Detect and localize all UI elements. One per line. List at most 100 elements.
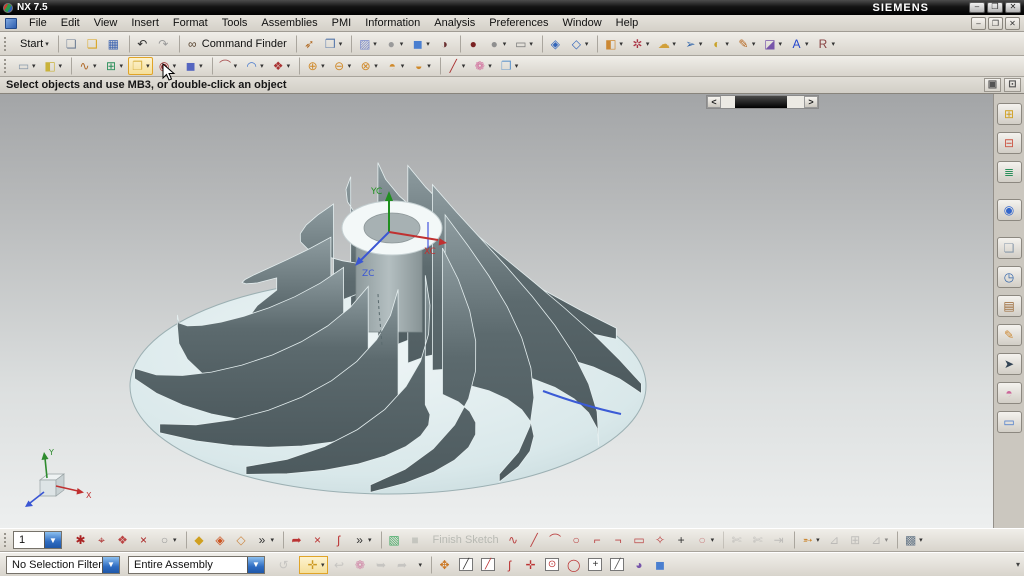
dialog-rail-button[interactable]: ▣: [984, 78, 1001, 92]
menu-pmi[interactable]: PMI: [325, 16, 359, 30]
menu-information[interactable]: Information: [358, 16, 427, 30]
sketch-fillet[interactable]: ⌐: [588, 531, 607, 549]
snap-point-on-curve[interactable]: ◆: [186, 531, 209, 549]
sketch-curve-filter[interactable]: ╱: [478, 556, 498, 574]
toolbar-grip[interactable]: [4, 59, 8, 73]
scroll-left-button[interactable]: <: [707, 96, 721, 108]
titlebar-minimize-button[interactable]: –: [969, 2, 985, 13]
shell[interactable]: ◓: [383, 57, 408, 75]
make-corner[interactable]: ⇥: [769, 531, 788, 549]
graphics-window[interactable]: YC XC ZC Y X: [0, 94, 993, 528]
process-studio[interactable]: ◓: [997, 382, 1022, 404]
snap-point-toggle[interactable]: ✛: [299, 556, 328, 574]
snap-overflow[interactable]: »: [253, 531, 278, 549]
curve-filter[interactable]: ʃ: [500, 556, 519, 574]
quick-trim[interactable]: ✄: [723, 531, 746, 549]
save-file[interactable]: ▦: [104, 35, 123, 53]
selection-announce[interactable]: ↺: [274, 556, 293, 574]
mirror-curve[interactable]: ⊿: [867, 531, 892, 549]
roles[interactable]: ✎: [997, 324, 1022, 346]
erase-highlight[interactable]: ❁: [351, 556, 370, 574]
constraint-navigator[interactable]: ⊟: [997, 132, 1022, 154]
display-mode[interactable]: ▨: [351, 35, 380, 53]
display-constraints[interactable]: ▩: [897, 531, 926, 549]
find-feature[interactable]: R: [813, 35, 838, 53]
extrude[interactable]: ❐: [128, 57, 153, 75]
sketch-task-environment[interactable]: ▧: [381, 531, 404, 549]
maximize-view-button[interactable]: ⊡: [1004, 78, 1021, 92]
sketch-line[interactable]: ╱: [525, 531, 544, 549]
sketch-arc[interactable]: ⌒: [546, 531, 565, 549]
studio-spline[interactable]: ∿: [504, 531, 523, 549]
scroll-right-button[interactable]: >: [804, 96, 818, 108]
light-sphere[interactable]: ●: [485, 35, 510, 53]
snap-control-point[interactable]: ❖: [113, 531, 132, 549]
orient-view[interactable]: ◇: [567, 35, 592, 53]
sketch-overflow[interactable]: »: [350, 531, 375, 549]
finish-sketch[interactable]: Finish Sketch: [427, 531, 502, 549]
command-finder[interactable]: ∞ Command Finder: [179, 35, 290, 53]
sketch[interactable]: ▭: [14, 57, 39, 75]
datum-csys[interactable]: ⊞: [102, 57, 127, 75]
sketch-constraints[interactable]: ➵: [794, 531, 823, 549]
statusbar-overflow[interactable]: ▾: [1016, 560, 1020, 569]
toolbar-grip[interactable]: [4, 533, 8, 547]
touch-pointer[interactable]: ➤: [997, 353, 1022, 375]
reuse-library[interactable]: ◉: [997, 199, 1022, 221]
sketch-intersection-curve[interactable]: ×: [308, 531, 327, 549]
snap-arc-center[interactable]: ○: [155, 531, 180, 549]
arc-center-filter[interactable]: ⊙: [542, 556, 562, 574]
menu-assemblies[interactable]: Assemblies: [254, 16, 324, 30]
menu-tools[interactable]: Tools: [215, 16, 255, 30]
sketch-chamfer[interactable]: ¬: [609, 531, 628, 549]
sketch-inactive[interactable]: ■: [406, 531, 425, 549]
unite[interactable]: ⊕: [299, 57, 328, 75]
intersect[interactable]: ⊗: [356, 57, 381, 75]
window-palette[interactable]: ▭: [997, 411, 1022, 433]
selection-filter-dropdown-icon[interactable]: ▼: [102, 557, 119, 573]
menu-help[interactable]: Help: [609, 16, 646, 30]
new-file[interactable]: ❏: [58, 35, 81, 53]
selection-filter-combo[interactable]: No Selection Filter ▼: [6, 556, 120, 574]
next-selection[interactable]: ➦: [393, 556, 412, 574]
point-set[interactable]: ❖: [269, 57, 294, 75]
select-back[interactable]: ↩: [330, 556, 349, 574]
move-face[interactable]: ❐: [497, 57, 522, 75]
window-layout[interactable]: ❒: [321, 35, 346, 53]
viewport-frame[interactable]: ▭: [511, 35, 536, 53]
sketch-polygon[interactable]: ✧: [651, 531, 670, 549]
swept[interactable]: ◠: [242, 57, 267, 75]
quick-extend[interactable]: ✄: [748, 531, 767, 549]
layer-combo[interactable]: 1 ▼: [13, 531, 62, 549]
visualize-shape[interactable]: ◪: [760, 35, 785, 53]
render-tool[interactable]: ✎: [734, 35, 759, 53]
edge-blend[interactable]: ⌒: [212, 57, 241, 75]
face-filter[interactable]: ◕: [629, 556, 648, 574]
touch-mode[interactable]: ➶: [296, 35, 319, 53]
sketch-spline[interactable]: ʃ: [329, 531, 348, 549]
snap-existing-point[interactable]: ◇: [232, 531, 251, 549]
sketch-profile[interactable]: ➦: [283, 531, 306, 549]
part-navigator[interactable]: ≣: [997, 161, 1022, 183]
system-materials[interactable]: ▤: [997, 295, 1022, 317]
snap-intersection[interactable]: ×: [134, 531, 153, 549]
true-shading[interactable]: ◼: [408, 35, 433, 53]
trim-body[interactable]: ◒: [409, 57, 434, 75]
measure[interactable]: ➢: [681, 35, 706, 53]
menu-analysis[interactable]: Analysis: [427, 16, 482, 30]
open-file[interactable]: ❑: [83, 35, 102, 53]
circle-filter[interactable]: ◯: [564, 556, 583, 574]
datum-plane[interactable]: ◧: [41, 57, 66, 75]
menu-file[interactable]: File: [22, 16, 54, 30]
horizontal-scrollbar[interactable]: < >: [706, 95, 819, 109]
hd3d-tools[interactable]: ❏: [997, 237, 1022, 259]
move-object[interactable]: ✥: [431, 556, 454, 574]
history[interactable]: ◷: [997, 266, 1022, 288]
mdi-minimize-button[interactable]: –: [971, 17, 986, 30]
previous-selection[interactable]: ➥: [372, 556, 391, 574]
edge-filter[interactable]: ╱: [456, 556, 476, 574]
mdi-close-button[interactable]: ✕: [1005, 17, 1020, 30]
sketch-point[interactable]: +: [672, 531, 691, 549]
sketch-rectangle[interactable]: ▭: [630, 531, 649, 549]
background-shade[interactable]: ●: [382, 35, 407, 53]
